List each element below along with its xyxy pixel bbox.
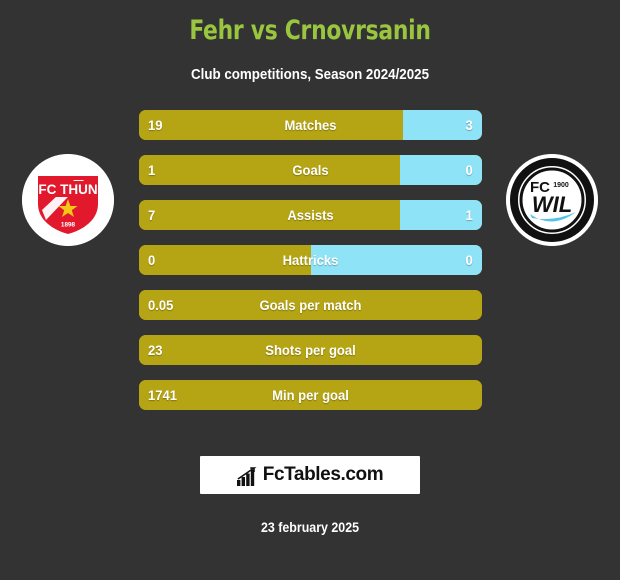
stat-row-hattricks: 0 Hattricks 0 [139, 245, 482, 275]
fc-thun-crest-icon: BERNER OBERLAND FC THUN 1898 [22, 154, 114, 246]
svg-text:FC THUN: FC THUN [38, 182, 97, 197]
stat-row-goals: 1 Goals 0 [139, 155, 482, 185]
stat-row-assists: 7 Assists 1 [139, 200, 482, 230]
stat-value-away: 0 [465, 162, 473, 178]
svg-text:1900: 1900 [553, 182, 569, 189]
stat-label: Assists [287, 207, 334, 223]
page-subtitle: Club competitions, Season 2024/2025 [191, 67, 429, 83]
footer: FcTables.com 23 february 2025 [0, 456, 620, 580]
svg-text:WIL: WIL [532, 192, 572, 217]
home-team-crest[interactable]: BERNER OBERLAND FC THUN 1898 [22, 154, 114, 246]
stat-label: Hattricks [282, 252, 339, 268]
away-team-crest[interactable]: FC 1900 WIL [506, 154, 598, 246]
stat-row-shots-per-goal: 23 Shots per goal [139, 335, 482, 365]
stat-value-away: 3 [465, 117, 473, 133]
stat-rows: 19 Matches 3 1 Goals 0 7 Assists 1 0 Hat… [139, 110, 482, 425]
fctables-logo[interactable]: FcTables.com [200, 456, 420, 494]
svg-text:BERNER OBERLAND: BERNER OBERLAND [37, 170, 99, 176]
stat-label: Goals [292, 162, 329, 178]
page-title: Fehr vs Crnovrsanin [189, 15, 431, 46]
fctables-label: FcTables.com [262, 464, 384, 485]
header: Fehr vs Crnovrsanin Club competitions, S… [0, 0, 620, 84]
bar-chart-icon [236, 466, 259, 486]
stat-value-away: 1 [465, 207, 473, 223]
svg-text:1898: 1898 [61, 222, 76, 229]
stat-value-away: 0 [465, 252, 473, 268]
comparison-area: BERNER OBERLAND FC THUN 1898 FC 1900 WIL [0, 110, 620, 410]
stat-row-goals-per-match: 0.05 Goals per match [139, 290, 482, 320]
date-label: 23 february 2025 [260, 520, 360, 535]
stat-label: Matches [284, 117, 337, 133]
stat-label: Goals per match [259, 297, 362, 313]
stat-row-min-per-goal: 1741 Min per goal [139, 380, 482, 410]
fc-wil-crest-icon: FC 1900 WIL [506, 154, 598, 246]
stat-row-matches: 19 Matches 3 [139, 110, 482, 140]
stat-label: Shots per goal [265, 342, 356, 358]
stat-label: Min per goal [272, 387, 349, 403]
